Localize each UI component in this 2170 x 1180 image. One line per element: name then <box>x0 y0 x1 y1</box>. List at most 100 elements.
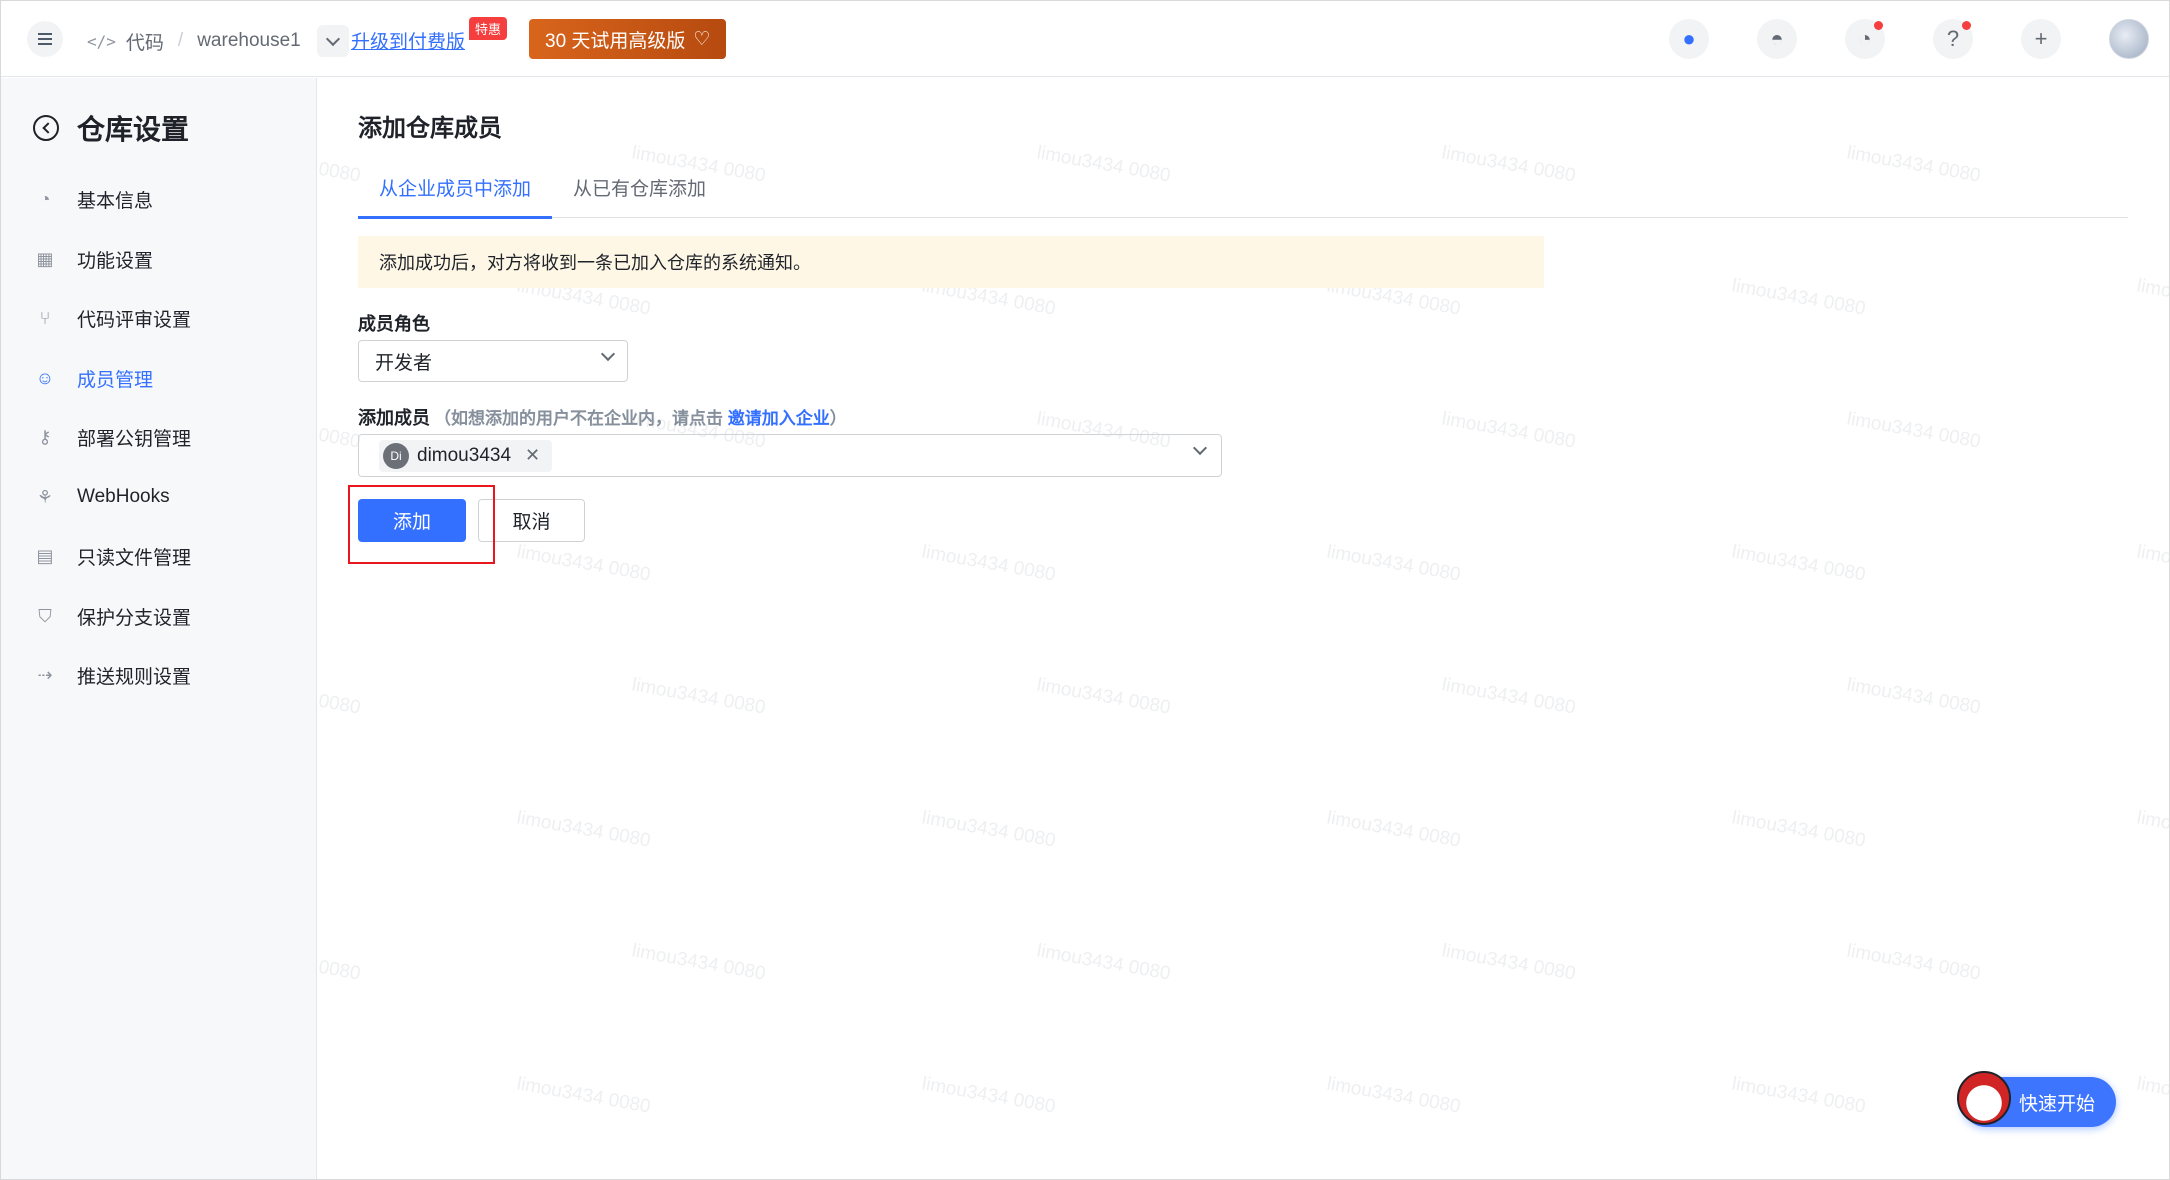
watermark-text: limou3434 0080 <box>920 541 1058 586</box>
sidebar-item-label: 保护分支设置 <box>77 607 192 629</box>
sidebar-item-label: 成员管理 <box>77 369 154 391</box>
sidebar-item-features[interactable]: ▦ 功能设置 <box>1 230 316 290</box>
watermark-text: limou3434 0080 <box>1325 1073 1463 1118</box>
grid-icon: ▦ <box>36 248 54 269</box>
menu-toggle-button[interactable] <box>27 21 63 57</box>
sidebar-header: 仓库设置 <box>33 108 189 148</box>
member-name: dimou3434 <box>417 444 512 466</box>
member-label-row: 添加成员 （如想添加的用户不在企业内，请点击 邀请加入企业） <box>358 404 847 430</box>
gauge-icon: ◔ <box>39 189 51 210</box>
app-window: limou3434 0080 limou3434 0080 limou3434 00… <box>0 0 2170 1180</box>
member-hint: （如想添加的用户不在企业内，请点击 邀请加入企业） <box>434 409 847 428</box>
member-label: 添加成员 <box>358 408 430 428</box>
watermark-text: limou3434 0080 <box>1035 674 1173 719</box>
watermark-text: limou3434 0080 <box>1845 674 1983 719</box>
breadcrumb-separator: / <box>177 30 184 51</box>
code-icon: </> <box>87 31 116 51</box>
branch-shield-icon: ⛉ <box>38 605 52 626</box>
sidebar-nav: ◔ 基本信息 ▦ 功能设置 ⑂ 代码评审设置 ☺ 成员管理 ⚷ 部署公钥管理 ⚘… <box>1 170 316 706</box>
watermark-text: limou3434 0080 <box>1440 674 1578 719</box>
cancel-button[interactable]: 取消 <box>478 499 585 542</box>
bell-icon[interactable]: ◔ <box>1845 19 1885 59</box>
settings-sidebar: 仓库设置 ◔ 基本信息 ▦ 功能设置 ⑂ 代码评审设置 ☺ 成员管理 ⚷ 部署公… <box>1 78 317 1179</box>
chevron-down-icon <box>325 31 340 47</box>
trial-premium-button[interactable]: 30 天试用高级版 ♡ <box>529 19 727 59</box>
sidebar-item-push-rules[interactable]: ⇢ 推送规则设置 <box>1 646 316 706</box>
breadcrumb: </> 代码 / warehouse1 <box>87 25 349 57</box>
back-icon[interactable] <box>33 115 59 141</box>
watermark-text: limou3434 0080 <box>2135 541 2170 585</box>
diamond-icon: ♡ <box>693 28 711 50</box>
watermark-text: limou3434 0080 <box>1440 940 1578 985</box>
sidebar-item-label: 功能设置 <box>77 250 154 272</box>
sidebar-item-label: WebHooks <box>77 486 170 508</box>
mascot-icon <box>1957 1071 2011 1125</box>
merge-icon: ⑂ <box>39 308 51 329</box>
sidebar-item-label: 推送规则设置 <box>77 667 192 689</box>
member-avatar: Di <box>383 442 409 469</box>
sidebar-item-deploy-keys[interactable]: ⚷ 部署公钥管理 <box>1 408 316 468</box>
hamburger-icon <box>38 33 52 45</box>
repo-switch-button[interactable] <box>316 25 349 57</box>
sidebar-item-label: 只读文件管理 <box>77 548 192 570</box>
sidebar-item-basic-info[interactable]: ◔ 基本信息 <box>1 170 316 230</box>
sidebar-item-label: 基本信息 <box>77 191 154 213</box>
avatar-ghost-icon[interactable]: ◓ <box>1757 19 1797 59</box>
breadcrumb-code[interactable]: 代码 <box>126 28 164 55</box>
watermark-text: limou3434 0080 <box>515 1073 653 1118</box>
push-rule-icon: ⇢ <box>37 665 53 686</box>
sidebar-item-label: 代码评审设置 <box>77 310 192 332</box>
sidebar-title: 仓库设置 <box>77 114 190 145</box>
watermark-text: limou3434 0080 <box>1035 940 1173 985</box>
tab-from-repository[interactable]: 从已有仓库添加 <box>552 156 727 218</box>
chat-bot-icon[interactable]: ● <box>1669 19 1709 59</box>
watermark-text: limou3434 0080 <box>515 541 653 586</box>
watermark-text: limou3434 0080 <box>2135 1073 2170 1117</box>
add-button[interactable]: 添加 <box>358 499 466 542</box>
watermark-text: limou3434 0080 <box>920 1073 1058 1118</box>
watermark-text: limou3434 0080 <box>1845 408 1983 453</box>
file-lock-icon: ▤ <box>36 546 54 567</box>
webhook-icon: ⚘ <box>36 486 54 507</box>
invite-enterprise-link[interactable]: 邀请加入企业 <box>728 409 830 428</box>
sidebar-item-label: 部署公钥管理 <box>77 429 192 451</box>
header-actions: ● ◓ ◔ ? + <box>1669 19 2149 59</box>
notification-dot <box>1874 21 1883 30</box>
sidebar-item-readonly-files[interactable]: ▤ 只读文件管理 <box>1 527 316 587</box>
sidebar-item-code-review[interactable]: ⑂ 代码评审设置 <box>1 289 316 349</box>
upgrade-link[interactable]: 升级到付费版 <box>351 27 465 54</box>
key-icon: ⚷ <box>38 427 52 448</box>
watermark-text: limou3434 0080 <box>2135 275 2170 319</box>
watermark-text: limou3434 0080 <box>920 807 1058 852</box>
watermark-text: limou3434 0080 <box>1730 541 1868 586</box>
user-avatar[interactable] <box>2109 19 2149 59</box>
role-select[interactable]: 开发者 <box>358 340 628 382</box>
quick-start-button[interactable]: 快速开始 <box>1957 1071 2116 1127</box>
tab-from-enterprise[interactable]: 从企业成员中添加 <box>358 156 553 219</box>
help-icon[interactable]: ? <box>1933 19 1973 59</box>
watermark-text: limou3434 0080 <box>1730 275 1868 320</box>
watermark-text: limou3434 0080 <box>630 674 768 719</box>
top-header: </> 代码 / warehouse1 升级到付费版 特惠 30 天试用高级版 … <box>1 1 2169 77</box>
help-dot <box>1962 21 1971 30</box>
sidebar-item-protected-branches[interactable]: ⛉ 保护分支设置 <box>1 587 316 647</box>
selected-member-tag: Di dimou3434 ✕ <box>379 439 553 472</box>
member-select-input[interactable]: Di dimou3434 ✕ <box>358 434 1222 477</box>
watermark-text: limou3434 0080 <box>515 807 653 852</box>
watermark-text: limou3434 0080 <box>1325 541 1463 586</box>
sidebar-item-members[interactable]: ☺ 成员管理 <box>1 349 316 409</box>
special-offer-badge: 特惠 <box>469 17 508 40</box>
plus-icon[interactable]: + <box>2021 19 2061 59</box>
watermark-text: limou3434 0080 <box>1440 408 1578 453</box>
watermark-text: limou3434 0080 <box>2135 807 2170 851</box>
page-title: 添加仓库成员 <box>358 115 502 142</box>
close-icon[interactable]: ✕ <box>525 445 540 466</box>
role-select-value: 开发者 <box>375 352 433 374</box>
watermark-text: limou3434 0080 <box>1730 807 1868 852</box>
watermark-text: limou3434 0080 <box>630 940 768 985</box>
breadcrumb-repo[interactable]: warehouse1 <box>197 30 301 52</box>
sidebar-item-webhooks[interactable]: ⚘ WebHooks <box>1 468 316 528</box>
info-notice: 添加成功后，对方将收到一条已加入仓库的系统通知。 <box>358 236 1544 288</box>
watermark-text: limou3434 0080 <box>1325 807 1463 852</box>
users-icon: ☺ <box>35 367 55 388</box>
